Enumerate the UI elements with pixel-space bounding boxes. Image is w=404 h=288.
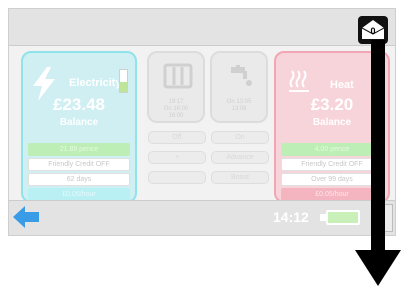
hot-water-boost-button[interactable]: Boost	[211, 171, 269, 184]
hot-water-on-button[interactable]: On	[211, 131, 269, 144]
heating-schedule: On 16:00	[163, 106, 189, 112]
heating-plus-button[interactable]: +	[148, 151, 206, 164]
down-arrow-icon	[355, 40, 401, 286]
electricity-unit-rate: 21.89 pence	[28, 143, 130, 156]
hot-water-card[interactable]: On 13:05 13:06	[210, 51, 268, 123]
app-screen: Electricity £23.48 Balance 21.89 pence F…	[8, 8, 396, 236]
electricity-friendly-credit: Friendly Credit OFF	[28, 158, 130, 171]
electricity-days-remaining: 62 days	[28, 173, 130, 186]
credit-meter	[119, 69, 128, 93]
heating-blank-button[interactable]	[148, 171, 206, 184]
heating-off-button[interactable]: Off	[148, 131, 206, 144]
heat-label: Heat	[330, 79, 354, 91]
hot-water-schedule-time: 13:06	[231, 106, 247, 112]
hot-water-advance-button[interactable]: Advance	[211, 151, 269, 164]
clock-time: 14:12	[273, 209, 309, 225]
top-bar	[9, 9, 395, 46]
bottom-bar: 14:12	[9, 200, 395, 235]
heat-waves-icon	[288, 69, 310, 98]
electricity-label: Electricity	[69, 77, 122, 89]
back-button[interactable]	[11, 203, 41, 231]
credit-meter-fill	[120, 82, 127, 92]
electricity-card[interactable]: Electricity £23.48 Balance 21.89 pence F…	[21, 51, 137, 203]
hot-water-schedule: On 13:05	[226, 99, 252, 105]
message-count: 0	[370, 26, 376, 36]
heating-schedule-time: 16:00	[168, 113, 184, 119]
radiator-icon	[163, 63, 193, 94]
electricity-balance: £23.48	[53, 95, 105, 114]
heating-card[interactable]: 19:17 On 16:00 16:00	[147, 51, 205, 123]
heating-time: 19:17	[168, 99, 184, 105]
hot-tap-icon	[227, 63, 257, 94]
electricity-balance-label: Balance	[59, 117, 99, 128]
back-arrow-icon	[11, 206, 41, 235]
